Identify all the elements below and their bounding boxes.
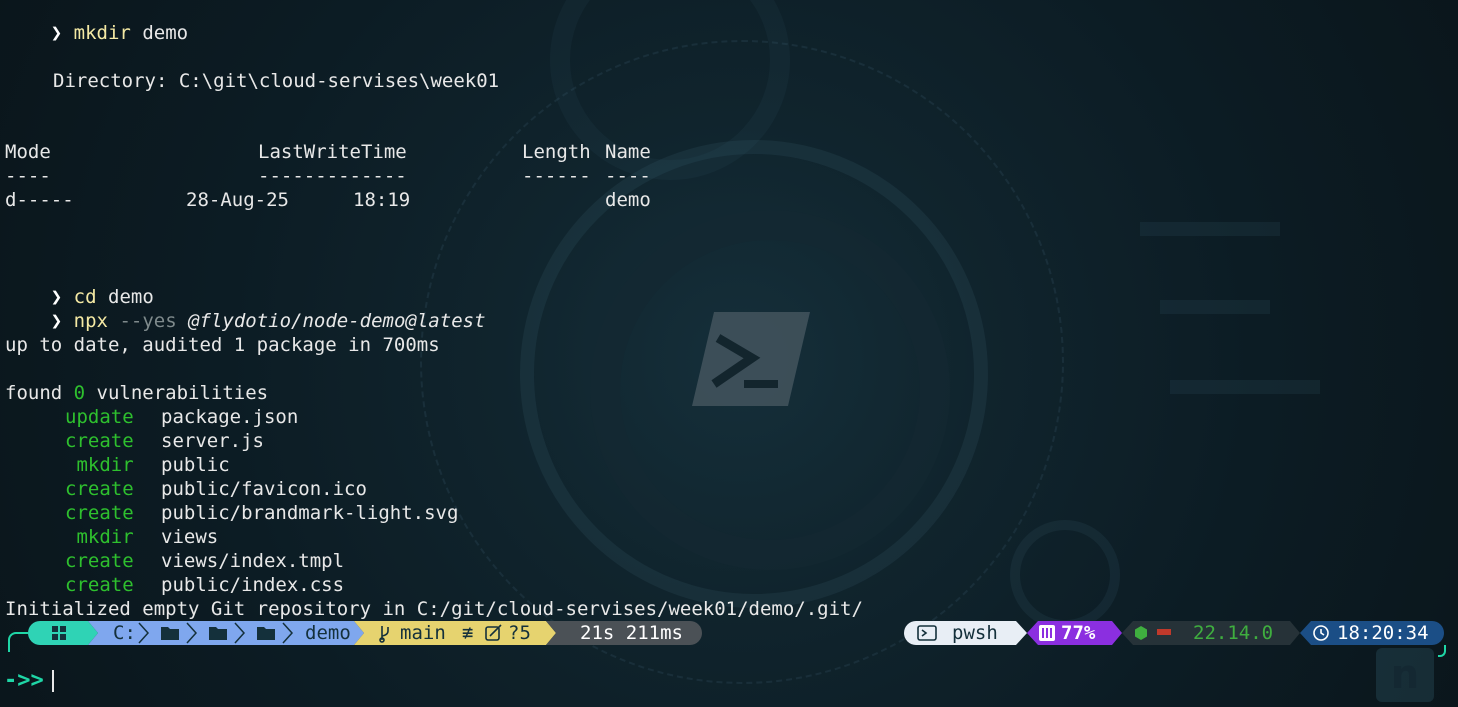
battery-level: 77%	[1061, 622, 1096, 644]
action-path: public/index.css	[161, 574, 345, 596]
powershell-logo-icon	[692, 312, 810, 406]
battery-icon	[1039, 625, 1055, 641]
action-verb: create	[65, 574, 134, 596]
table-cell-time: 18:19	[353, 189, 411, 211]
git-untracked-count: ?5	[508, 622, 531, 644]
clock-time: 18:20:34	[1337, 622, 1429, 644]
table-cell-name: demo	[605, 189, 651, 211]
action-verb: create	[65, 430, 134, 452]
action-verb: create	[65, 550, 134, 572]
prompt-chevron-icon: ❯	[50, 22, 74, 44]
git-branch-name: main	[400, 622, 446, 644]
npm-summary: up to date, audited 1 package in 700ms	[5, 334, 440, 356]
vulnerability-count: 0	[73, 382, 86, 404]
command-line: ❯ mkdir demo	[5, 0, 188, 44]
command-verb: mkdir	[73, 22, 131, 44]
column-underline: ----	[5, 165, 51, 187]
column-underline: -------------	[258, 165, 407, 187]
path-drive: C:	[113, 622, 136, 644]
column-header-mode: Mode	[5, 141, 51, 163]
column-underline: ----	[605, 165, 651, 187]
decorative-bar	[1160, 300, 1270, 314]
action-path: package.json	[161, 406, 299, 428]
command-arg: demo	[142, 22, 189, 44]
action-path: public/favicon.ico	[161, 478, 367, 500]
action-verb: mkdir	[65, 526, 134, 548]
shell-name: pwsh	[952, 622, 998, 644]
node-version: 22.14.0	[1193, 622, 1274, 644]
git-init-line: Initialized empty Git repository in C:/g…	[5, 598, 863, 620]
action-verb: create	[65, 502, 134, 524]
text: found	[5, 382, 74, 404]
vulnerabilities-line: found 0 vulnerabilities	[5, 381, 268, 405]
table-cell-date: 28-Aug-25	[186, 189, 289, 211]
git-status-symbol: ≢	[462, 622, 474, 644]
decorative-ring	[1010, 520, 1120, 630]
column-underline: ------	[522, 165, 591, 187]
action-path: views/index.tmpl	[161, 550, 345, 572]
command-flag: --yes	[119, 310, 177, 332]
path-current-folder: demo	[305, 622, 351, 644]
command-arg: @flydotio/node-demo@latest	[188, 310, 486, 332]
table-cell-mode: d-----	[5, 189, 74, 211]
command-line: ❯ cd demo	[5, 261, 154, 308]
decorative-bar	[1170, 380, 1320, 394]
decorative-bar	[1140, 222, 1280, 236]
action-path: views	[161, 526, 219, 548]
column-header-lastwritetime: LastWriteTime	[258, 141, 407, 163]
column-header-length: Length	[522, 141, 591, 163]
command-line: ❯ npx --yes @flydotio/node-demo@latest	[5, 285, 486, 332]
action-path: public/brandmark-light.svg	[161, 502, 459, 524]
action-path: server.js	[161, 430, 264, 452]
text-cursor[interactable]	[52, 670, 54, 692]
column-header-name: Name	[605, 141, 651, 163]
npm-icon	[1157, 629, 1171, 635]
watermark-logo-icon: n	[1376, 648, 1434, 702]
os-segment	[28, 621, 98, 645]
exec-time: 21s 211ms	[580, 622, 683, 644]
input-prompt-arrow: ->>	[4, 668, 44, 693]
action-path: public	[161, 454, 230, 476]
action-verb: mkdir	[65, 454, 134, 476]
action-verb: update	[65, 406, 134, 428]
action-verb: create	[65, 478, 134, 500]
text: vulnerabilities	[85, 382, 269, 404]
directory-line: Directory: C:\git\cloud-servises\week01	[53, 70, 500, 92]
prompt-chevron-icon: ❯	[50, 310, 74, 332]
command-verb: npx	[73, 310, 108, 332]
